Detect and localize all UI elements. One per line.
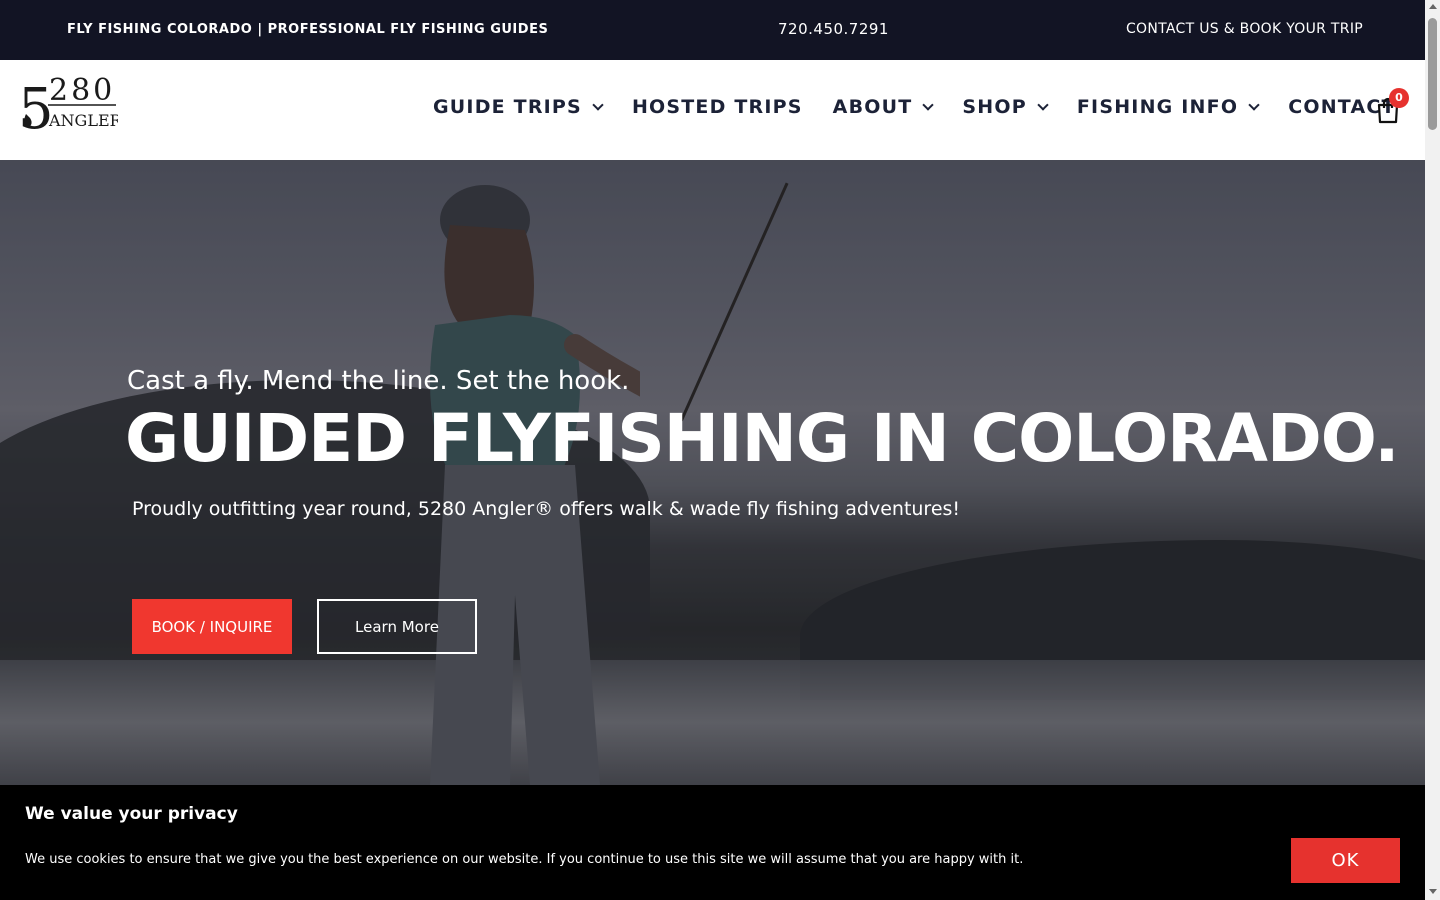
cart-count-badge: 0 [1389, 88, 1409, 108]
logo-word: ANGLER [48, 111, 118, 130]
phone-link[interactable]: 720.450.7291 [778, 20, 889, 38]
nav-hosted-trips[interactable]: HOSTED TRIPS [632, 96, 803, 118]
cookie-text: We use cookies to ensure that we give yo… [25, 852, 1024, 867]
hero-section: Cast a fly. Mend the line. Set the hook.… [0, 160, 1425, 785]
cookie-banner: We value your privacy We use cookies to … [0, 785, 1425, 900]
nav-about[interactable]: ABOUT [832, 96, 935, 118]
site-header: 5 280 ANGLER GUIDE TRIPS HOSTED TRIPS AB… [0, 60, 1425, 160]
chevron-down-icon [1037, 98, 1049, 111]
nav-fishing-info-label: FISHING INFO [1076, 96, 1239, 118]
logo-mark: 5 280 ANGLER [18, 73, 123, 142]
book-inquire-button[interactable]: BOOK / INQUIRE [132, 599, 292, 654]
chevron-down-icon [592, 98, 604, 111]
nav-about-label: ABOUT [832, 96, 913, 118]
hero-kicker: Cast a fly. Mend the line. Set the hook. [127, 366, 630, 396]
site-tagline: FLY FISHING COLORADO | PROFESSIONAL FLY … [67, 22, 549, 37]
hero-subline: Proudly outfitting year round, 5280 Angl… [132, 498, 961, 520]
chevron-down-icon [922, 98, 935, 111]
nav-guide-trips[interactable]: GUIDE TRIPS [433, 96, 604, 118]
scrollbar-thumb[interactable] [1428, 18, 1437, 130]
nav-shop[interactable]: SHOP [962, 96, 1049, 118]
nav-guide-trips-label: GUIDE TRIPS [433, 96, 582, 118]
cookie-title: We value your privacy [25, 804, 238, 824]
main-nav: GUIDE TRIPS HOSTED TRIPS ABOUT SHOP FISH… [433, 96, 1426, 118]
site-logo[interactable]: 5 280 ANGLER [18, 73, 123, 142]
nav-shop-label: SHOP [962, 96, 1027, 118]
scroll-down-arrow-icon[interactable] [1429, 889, 1437, 894]
logo-number: 280 [49, 74, 115, 108]
cookie-ok-button[interactable]: OK [1291, 838, 1400, 883]
page-scrollbar[interactable] [1425, 0, 1440, 900]
top-bar: FLY FISHING COLORADO | PROFESSIONAL FLY … [0, 0, 1425, 60]
chevron-down-icon [1248, 98, 1260, 111]
nav-hosted-trips-label: HOSTED TRIPS [631, 96, 803, 118]
scroll-up-arrow-icon[interactable] [1429, 4, 1437, 9]
learn-more-button[interactable]: Learn More [317, 599, 477, 654]
contact-book-link[interactable]: CONTACT US & BOOK YOUR TRIP [1126, 21, 1363, 37]
nav-fishing-info[interactable]: FISHING INFO [1076, 96, 1260, 118]
hero-headline: GUIDED FLYFISHING IN COLORADO. [125, 400, 1399, 477]
